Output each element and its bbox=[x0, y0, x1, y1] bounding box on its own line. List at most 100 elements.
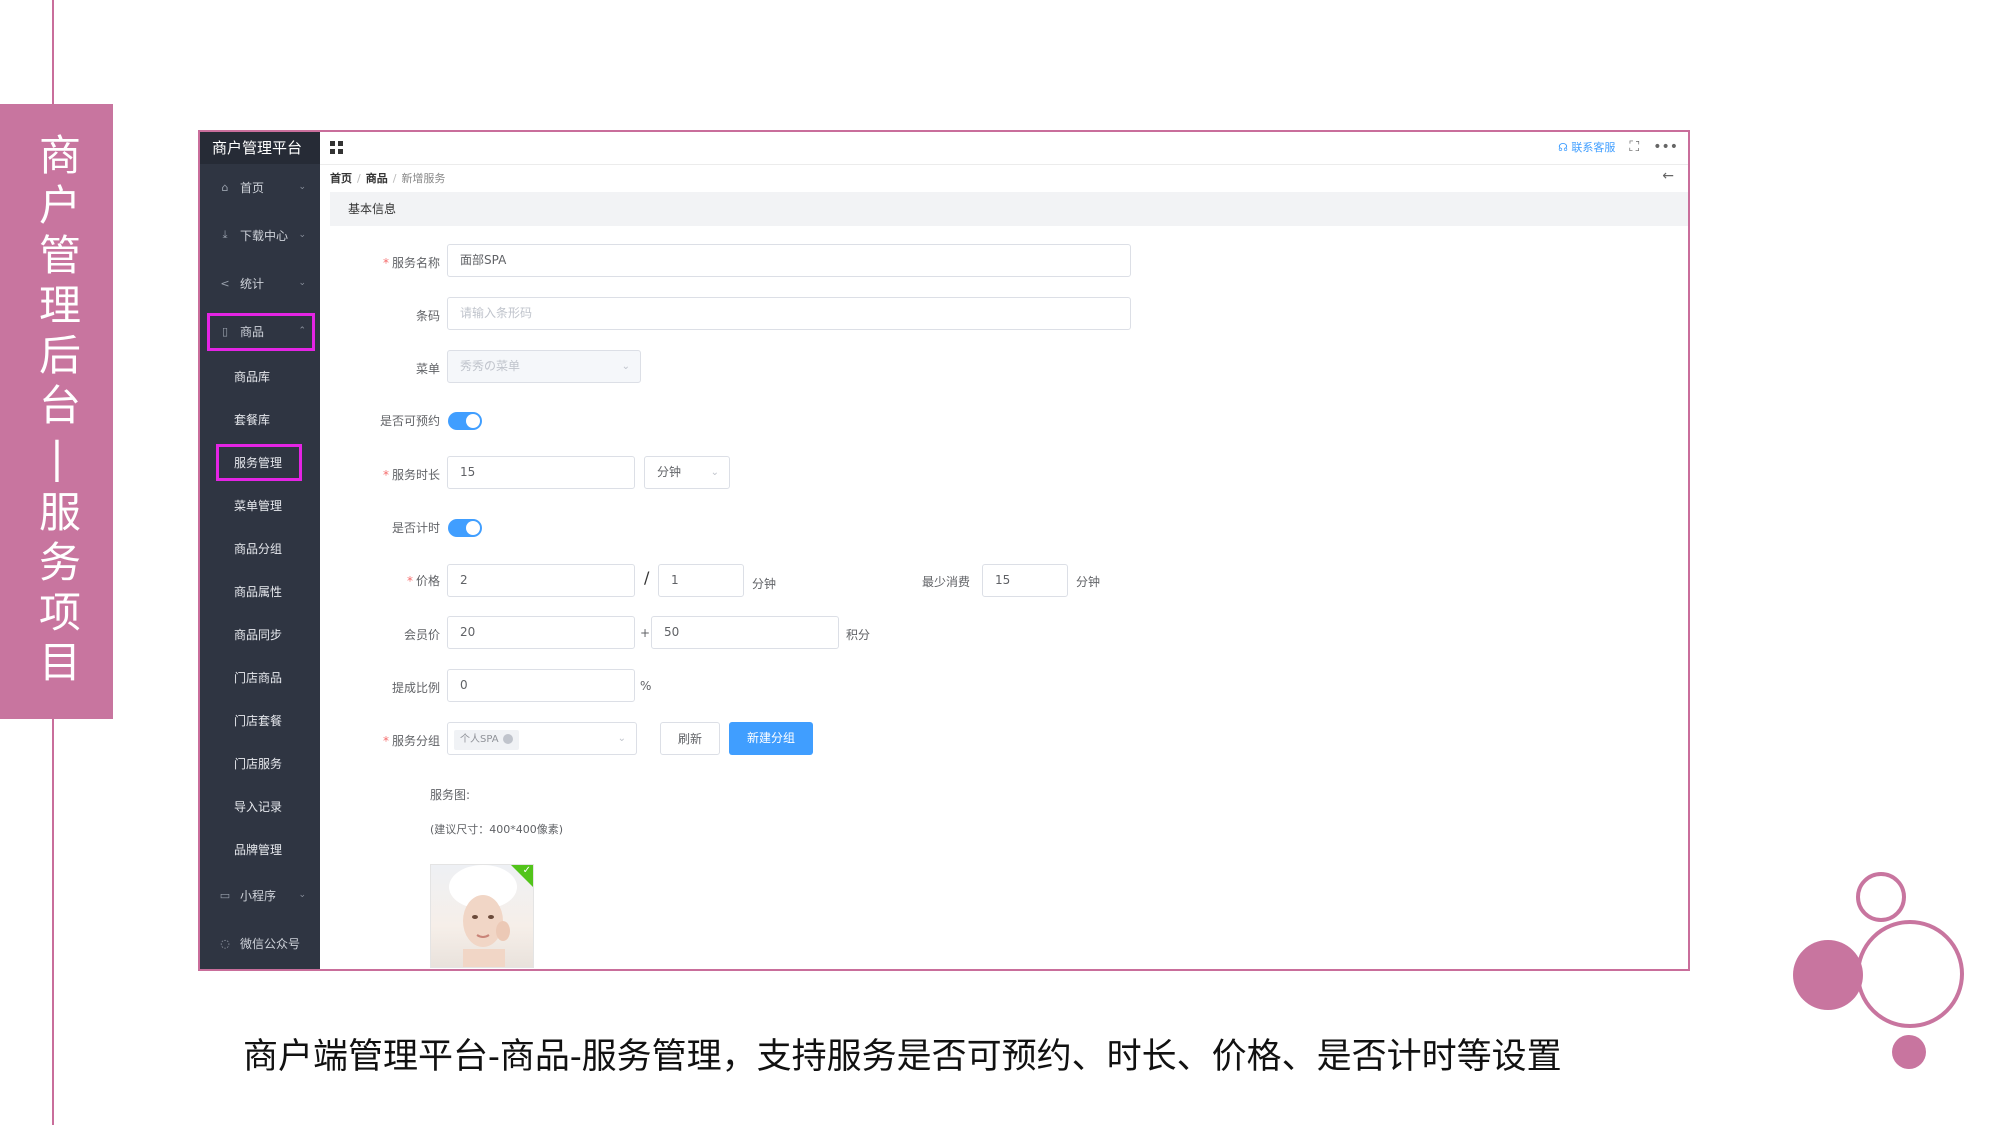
commission-input[interactable]: 0 bbox=[447, 669, 635, 702]
share-icon: < bbox=[220, 276, 230, 290]
contact-service-link[interactable]: ☊ 联系客服 bbox=[1558, 139, 1615, 155]
sidebar-subitem-goods-sync[interactable]: 商品同步 bbox=[200, 620, 320, 648]
sidebar-item-label: 下载中心 bbox=[240, 228, 289, 243]
sidebar-subitem-store-packages[interactable]: 门店套餐 bbox=[200, 706, 320, 734]
chevron-down-icon: ⌄ bbox=[710, 467, 719, 478]
section-header: 基本信息 bbox=[330, 192, 1688, 226]
service-image-hint: (建议尺寸：400*400像素) bbox=[430, 823, 564, 836]
decorative-circle-small bbox=[1856, 872, 1906, 922]
tag-close-icon[interactable] bbox=[502, 734, 513, 744]
price-per-input[interactable]: 1 bbox=[658, 564, 744, 597]
menu-label: 菜单 bbox=[415, 362, 440, 376]
min-spend-input[interactable]: 15 bbox=[982, 564, 1068, 597]
menu-select-value: 秀秀の菜单 bbox=[460, 359, 521, 373]
bookable-toggle[interactable] bbox=[448, 412, 482, 430]
price-per-unit: 分钟 bbox=[752, 577, 777, 591]
service-name-input[interactable]: 面部SPA bbox=[447, 244, 1131, 277]
duration-label: * 服务时长 bbox=[382, 468, 440, 482]
contact-service-label: 联系客服 bbox=[1571, 141, 1616, 154]
service-image-thumbnail[interactable]: ✓ bbox=[430, 864, 534, 968]
commission-label: 提成比例 bbox=[391, 681, 440, 695]
sidebar-subitem-import-records[interactable]: 导入记录 bbox=[200, 792, 320, 820]
service-name-label: * 服务名称 bbox=[382, 256, 440, 270]
chevron-down-icon: ⌄ bbox=[298, 278, 306, 288]
barcode-label: 条码 bbox=[415, 309, 440, 323]
check-icon: ✓ bbox=[522, 865, 531, 876]
sidebar-item-label: 小程序 bbox=[240, 888, 277, 903]
service-group-tag[interactable]: 个人SPA bbox=[454, 730, 519, 750]
top-bar: ☊ 联系客服 ⛶ ••• bbox=[320, 132, 1688, 165]
sidebar-item-label: 统计 bbox=[240, 276, 265, 291]
sidebar-subitem-menu-management[interactable]: 菜单管理 bbox=[200, 491, 320, 519]
home-icon: ⌂ bbox=[221, 180, 229, 194]
member-price-input[interactable]: 20 bbox=[447, 616, 635, 649]
phone-icon: ▭ bbox=[219, 888, 231, 902]
barcode-input[interactable]: 请输入条形码 bbox=[447, 297, 1131, 330]
duration-unit-select[interactable]: 分钟 ⌄ bbox=[644, 456, 730, 489]
commission-unit: % bbox=[640, 679, 652, 693]
member-points-input[interactable]: 50 bbox=[651, 616, 839, 649]
menu-select[interactable]: 秀秀の菜单 ⌄ bbox=[447, 350, 641, 383]
top-right-actions: ☊ 联系客服 ⛶ ••• bbox=[1558, 139, 1678, 155]
sidebar-subitem-store-services[interactable]: 门店服务 bbox=[200, 749, 320, 777]
breadcrumb-current: 新增服务 bbox=[401, 172, 446, 185]
fullscreen-icon[interactable]: ⛶ bbox=[1629, 139, 1639, 155]
grid-icon[interactable] bbox=[330, 141, 344, 155]
breadcrumb-goods[interactable]: 商品 bbox=[366, 172, 388, 185]
sidebar-subitem-brand-management[interactable]: 品牌管理 bbox=[200, 835, 320, 863]
back-arrow-icon[interactable]: ← bbox=[1662, 168, 1674, 184]
sidebar-item-home[interactable]: ⌂ 首页 ⌄ bbox=[200, 172, 320, 202]
chevron-down-icon: ⌄ bbox=[298, 890, 306, 900]
service-group-select[interactable]: 个人SPA ⌄ bbox=[447, 722, 637, 755]
refresh-button[interactable]: 刷新 bbox=[660, 722, 720, 755]
min-spend-label: 最少消费 bbox=[922, 575, 971, 589]
decorative-circle-filled bbox=[1793, 940, 1863, 1010]
member-points-unit: 积分 bbox=[846, 628, 871, 642]
member-price-label: 会员价 bbox=[403, 628, 440, 642]
chevron-down-icon: ⌄ bbox=[298, 230, 306, 240]
price-input[interactable]: 2 bbox=[447, 564, 635, 597]
side-title-text: 商户管理后台|服务项目 bbox=[32, 133, 82, 690]
brand-title: 商户管理平台 bbox=[200, 132, 320, 164]
sidebar-item-wechat-official[interactable]: ◌ 微信公众号 bbox=[200, 928, 320, 958]
sidebar-subitem-goods-group[interactable]: 商品分组 bbox=[200, 534, 320, 562]
sidebar-item-label: 首页 bbox=[240, 180, 265, 195]
sidebar-item-label: 微信公众号 bbox=[240, 936, 301, 951]
more-icon[interactable]: ••• bbox=[1653, 139, 1678, 155]
breadcrumb: 首页 / 商品 / 新增服务 bbox=[330, 172, 446, 185]
member-plus: + bbox=[640, 626, 651, 640]
chat-icon: ◌ bbox=[220, 936, 230, 950]
service-group-label: * 服务分组 bbox=[382, 734, 440, 748]
service-image-label: 服务图: bbox=[430, 788, 471, 802]
highlight-box-service-management bbox=[216, 444, 302, 481]
sidebar-item-mini-program[interactable]: ▭ 小程序 ⌄ bbox=[200, 880, 320, 910]
slide-caption: 商户端管理平台-商品-服务管理，支持服务是否可预约、时长、价格、是否计时等设置 bbox=[243, 1037, 1562, 1077]
highlight-box-goods bbox=[207, 313, 315, 351]
duration-input[interactable]: 15 bbox=[447, 456, 635, 489]
timing-label: 是否计时 bbox=[391, 521, 440, 535]
decorative-circle-large bbox=[1856, 920, 1964, 1028]
app-screenshot-frame: 商户管理平台 ⌂ 首页 ⌄ ⤓ 下载中心 ⌄ < 统计 ⌄ ▯ 商品 ⌃ 商品库… bbox=[198, 130, 1690, 971]
decorative-circle-dot bbox=[1892, 1035, 1926, 1069]
headset-icon: ☊ bbox=[1558, 141, 1572, 154]
price-label: * 价格 bbox=[406, 574, 440, 588]
chevron-down-icon: ⌄ bbox=[617, 733, 626, 744]
chevron-down-icon: ⌄ bbox=[298, 182, 306, 192]
chevron-down-icon: ⌄ bbox=[621, 361, 630, 372]
price-slash: / bbox=[644, 568, 650, 587]
duration-unit-value: 分钟 bbox=[657, 465, 682, 479]
sidebar-subitem-goods-library[interactable]: 商品库 bbox=[200, 362, 320, 390]
download-icon: ⤓ bbox=[222, 228, 228, 241]
sidebar-item-download-center[interactable]: ⤓ 下载中心 ⌄ bbox=[200, 220, 320, 250]
side-title-banner: 商户管理后台|服务项目 bbox=[0, 104, 113, 719]
min-spend-unit: 分钟 bbox=[1076, 575, 1101, 589]
sidebar: 商户管理平台 ⌂ 首页 ⌄ ⤓ 下载中心 ⌄ < 统计 ⌄ ▯ 商品 ⌃ 商品库… bbox=[200, 132, 320, 969]
sidebar-item-statistics[interactable]: < 统计 ⌄ bbox=[200, 268, 320, 298]
new-group-button[interactable]: 新建分组 bbox=[729, 722, 813, 755]
bookable-label: 是否可预约 bbox=[379, 414, 440, 428]
timing-toggle[interactable] bbox=[448, 519, 482, 537]
sidebar-subitem-package-library[interactable]: 套餐库 bbox=[200, 405, 320, 433]
sidebar-subitem-store-goods[interactable]: 门店商品 bbox=[200, 663, 320, 691]
breadcrumb-home[interactable]: 首页 bbox=[330, 172, 352, 185]
sidebar-subitem-goods-attributes[interactable]: 商品属性 bbox=[200, 577, 320, 605]
